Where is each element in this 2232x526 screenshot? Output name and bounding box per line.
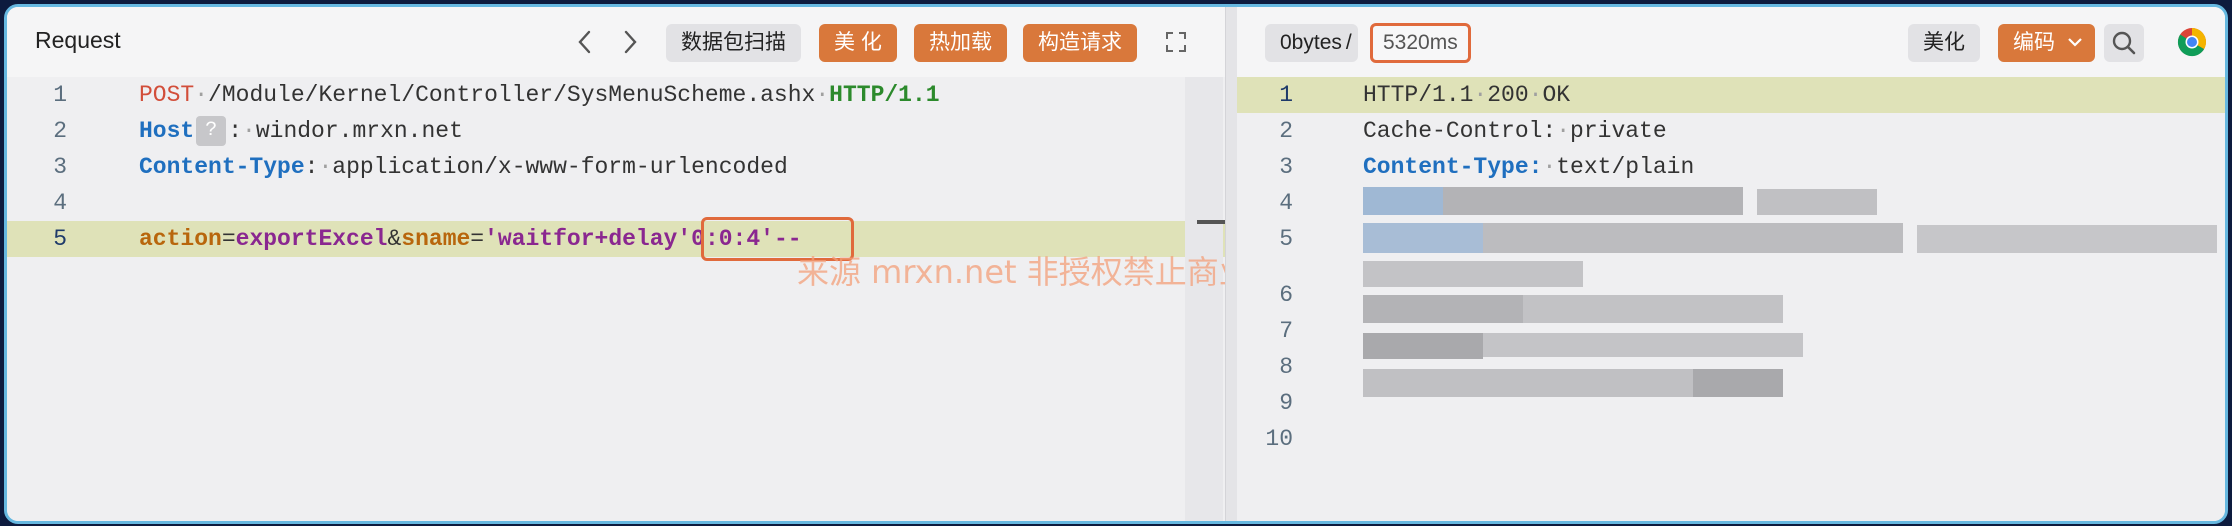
request-editor[interactable]: 1 POST·/Module/Kernel/Controller/SysMenuS… <box>7 77 1225 521</box>
response-line: 10 <box>1237 421 2225 457</box>
line-value: HTTP/1.1·200·OK <box>1363 82 1571 108</box>
code-token: Host <box>139 118 195 144</box>
code-token: exportExcel <box>235 226 388 252</box>
code-token: · <box>194 82 209 108</box>
chevron-left-icon[interactable] <box>570 25 600 61</box>
expand-icon[interactable] <box>1165 31 1187 53</box>
code-token: sname <box>401 226 471 252</box>
request-panel: Request 数据包扫描 美 化 热加载 构造请求 1 POST·/Module… <box>7 7 1315 521</box>
request-line: 2 Host?:·windor.mrxn.net <box>7 113 1225 149</box>
line-text: HTTP/1.1·200·OK <box>1363 77 1570 113</box>
request-line: 3 Content-Type:·application/x-www-form-ur… <box>7 149 1225 185</box>
code-token: · <box>815 82 830 108</box>
response-beautify-button[interactable]: 美化 <box>1908 24 1980 62</box>
code-token: action <box>139 226 222 252</box>
response-line: 3 Content-Type:·text/plain <box>1237 149 2225 185</box>
beautify-button[interactable]: 美 化 <box>819 24 897 62</box>
line-text: POST·/Module/Kernel/Controller/SysMenuSc… <box>139 77 940 113</box>
line-number: 10 <box>1265 426 1293 452</box>
code-token: application/x-www-form-urlencoded <box>332 154 788 180</box>
request-line: 1 POST·/Module/Kernel/Controller/SysMenuS… <box>7 77 1225 113</box>
size-separator: / <box>1345 31 1352 54</box>
code-token: = <box>221 226 236 252</box>
line-text: Content-Type:·application/x-www-form-url… <box>139 149 788 185</box>
build-request-button[interactable]: 构造请求 <box>1023 24 1137 62</box>
line-text: Host?:·windor.mrxn.net <box>139 113 463 149</box>
host-value: :·windor.mrxn.net <box>228 118 463 144</box>
request-toolbar: Request 数据包扫描 美 化 热加载 构造请求 <box>7 7 1225 77</box>
code-token: /Module/Kernel/Controller/SysMenuScheme.… <box>208 82 816 108</box>
line-number: 6 <box>1279 282 1293 308</box>
scroll-marker <box>1197 220 1225 224</box>
line-number: 1 <box>1279 82 1293 108</box>
host-hint-badge[interactable]: ? <box>196 115 227 146</box>
code-token: POST <box>139 82 195 108</box>
line-value: ·text/plain <box>1542 154 1695 180</box>
code-token: = <box>470 226 485 252</box>
packet-scan-button[interactable]: 数据包扫描 <box>666 24 801 62</box>
line-number: 5 <box>53 226 67 252</box>
line-value: Cache-Control:·private <box>1363 118 1667 144</box>
request-title: Request <box>35 27 121 53</box>
code-token: & <box>387 226 402 252</box>
line-number: 2 <box>1279 118 1293 144</box>
encode-label: 编码 <box>2013 31 2055 54</box>
chrome-icon[interactable] <box>2177 27 2207 57</box>
line-number: 8 <box>1279 354 1293 380</box>
line-text: Content-Type:·text/plain <box>1363 149 1694 185</box>
code-token: 'waitfor+delay <box>484 226 678 252</box>
line-number: 2 <box>53 118 67 144</box>
code-token: Content-Type <box>139 154 305 180</box>
chevron-right-icon[interactable] <box>615 25 645 61</box>
response-size: 0bytes / <box>1265 24 1358 62</box>
code-token: HTTP/1.1 <box>829 82 940 108</box>
line-number: 4 <box>53 190 67 216</box>
line-number: 7 <box>1279 318 1293 344</box>
header-key: Content-Type: <box>1363 154 1543 180</box>
hot-load-button[interactable]: 热加载 <box>914 24 1007 62</box>
line-number: 9 <box>1279 390 1293 416</box>
search-icon[interactable] <box>2104 24 2144 62</box>
chevron-down-icon <box>2067 24 2083 73</box>
request-scrollbar[interactable] <box>1185 77 1223 521</box>
line-text: Cache-Control:·private <box>1363 113 1667 149</box>
line-number: 3 <box>1279 154 1293 180</box>
response-viewer[interactable]: 1 HTTP/1.1·200·OK 2 Cache-Control:·private 3… <box>1237 77 2225 521</box>
size-label: 0bytes <box>1280 31 1342 54</box>
response-line: 1 HTTP/1.1·200·OK <box>1237 77 2225 113</box>
app-window: Request 数据包扫描 美 化 热加载 构造请求 1 POST·/Module… <box>4 4 2228 524</box>
response-panel: 0bytes/ 5320ms 美化 编码 1 HTTP/1.1·200·OK 2… <box>1237 7 2225 521</box>
response-line: 2 Cache-Control:·private <box>1237 113 2225 149</box>
code-token: : <box>304 154 319 180</box>
code-token: · <box>318 154 333 180</box>
line-number: 1 <box>53 82 67 108</box>
request-line: 4 <box>7 185 1225 221</box>
line-number: 5 <box>1279 226 1293 252</box>
encode-dropdown[interactable]: 编码 <box>1998 24 2095 62</box>
line-number: 3 <box>53 154 67 180</box>
line-number: 4 <box>1279 190 1293 216</box>
response-time: 5320ms <box>1370 23 1471 63</box>
response-toolbar: 0bytes/ 5320ms 美化 编码 <box>1237 7 2225 77</box>
